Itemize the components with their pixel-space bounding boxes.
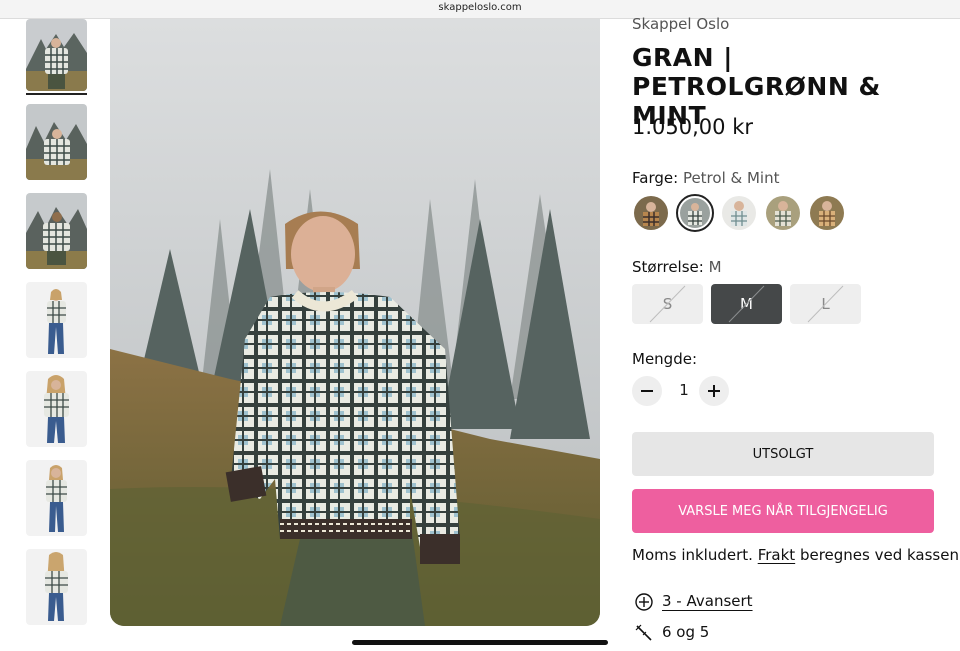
decrease-quantity-button[interactable] bbox=[632, 376, 662, 406]
notify-me-button[interactable]: VARSLE MEG NÅR TILGJENGELIG bbox=[632, 489, 934, 533]
plus-icon bbox=[708, 385, 720, 397]
quantity-value[interactable]: 1 bbox=[676, 381, 692, 399]
gallery-thumbnail[interactable] bbox=[26, 104, 87, 180]
selected-thumbnail-indicator bbox=[26, 93, 87, 95]
needle-size-feature: 6 og 5 bbox=[634, 622, 834, 644]
sold-out-button[interactable]: UTSOLGT bbox=[632, 432, 934, 476]
color-swatch[interactable] bbox=[634, 196, 668, 230]
size-option-s[interactable]: S bbox=[632, 284, 703, 324]
size-label: Størrelse: bbox=[632, 258, 704, 276]
gallery-thumbnail[interactable] bbox=[26, 193, 87, 269]
color-option-label: Farge: Petrol & Mint bbox=[632, 169, 779, 187]
color-swatch[interactable] bbox=[766, 196, 800, 230]
quantity-stepper: 1 bbox=[632, 376, 732, 406]
color-swatch[interactable] bbox=[722, 196, 756, 230]
tax-shipping-note: Moms inkludert. Frakt beregnes ved kasse… bbox=[632, 546, 960, 564]
knitting-needle-icon bbox=[635, 624, 652, 641]
tax-note-suffix: beregnes ved kassen. bbox=[799, 546, 960, 564]
size-selector: S M L bbox=[632, 284, 872, 324]
home-indicator bbox=[352, 640, 608, 645]
increase-quantity-button[interactable] bbox=[699, 376, 729, 406]
vendor-name[interactable]: Skappel Oslo bbox=[632, 15, 729, 33]
size-option-l[interactable]: L bbox=[790, 284, 861, 324]
main-product-image[interactable] bbox=[110, 19, 600, 626]
url-text: skappeloslo.com bbox=[438, 2, 522, 13]
color-label: Farge: bbox=[632, 169, 679, 187]
tax-note-prefix: Moms inkludert. bbox=[632, 546, 753, 564]
color-value: Petrol & Mint bbox=[682, 169, 780, 187]
gallery-thumbnail[interactable] bbox=[26, 282, 87, 358]
size-option-label: Størrelse: M bbox=[632, 258, 722, 276]
difficulty-text: 3 - Avansert bbox=[662, 592, 753, 610]
minus-icon bbox=[641, 390, 653, 392]
gallery-thumbnail[interactable] bbox=[26, 460, 87, 536]
color-swatch[interactable] bbox=[810, 196, 844, 230]
shipping-link[interactable]: Frakt bbox=[758, 546, 795, 564]
size-option-m[interactable]: M bbox=[711, 284, 782, 324]
quantity-label: Mengde: bbox=[632, 350, 698, 368]
gallery-thumbnail[interactable] bbox=[26, 19, 87, 91]
color-swatches bbox=[634, 194, 854, 234]
size-value: M bbox=[708, 258, 722, 276]
product-price: 1.050,00 kr bbox=[632, 115, 753, 139]
difficulty-feature[interactable]: 3 - Avansert bbox=[634, 591, 834, 613]
needle-size-text: 6 og 5 bbox=[662, 623, 710, 641]
gallery-thumbnail[interactable] bbox=[26, 371, 87, 447]
color-swatch-selected[interactable] bbox=[676, 194, 714, 232]
gallery-thumbnail[interactable] bbox=[26, 549, 87, 625]
difficulty-icon bbox=[635, 593, 653, 611]
address-bar[interactable]: skappeloslo.com bbox=[0, 0, 960, 19]
